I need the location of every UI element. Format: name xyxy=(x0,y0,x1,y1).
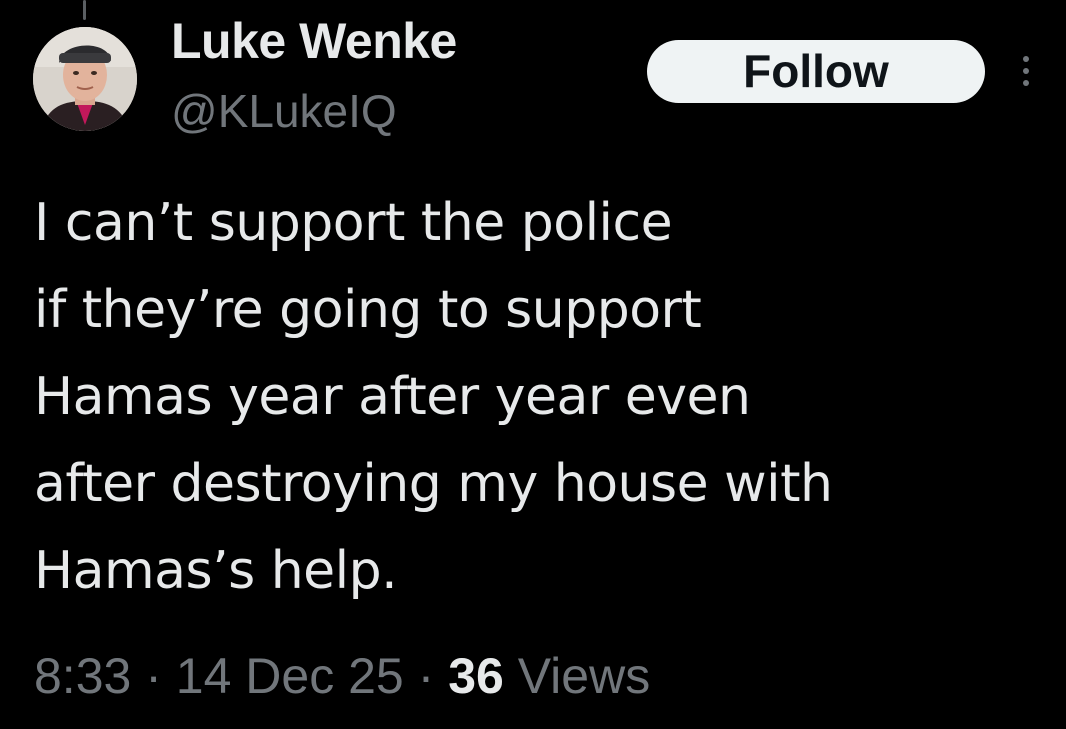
avatar[interactable] xyxy=(33,27,137,131)
tweet-text-line: Hamas year after year even xyxy=(34,367,751,427)
meta-separator: · xyxy=(417,648,435,704)
views-label[interactable]: Views xyxy=(518,648,650,704)
author-handle[interactable]: @KLukeIQ xyxy=(171,84,397,138)
more-vertical-icon xyxy=(1023,56,1029,86)
tweet-date[interactable]: 14 Dec 25 xyxy=(176,648,404,704)
more-options-button[interactable] xyxy=(1008,48,1044,94)
tweet-text-line: after destroying my house with xyxy=(34,454,833,514)
follow-button[interactable]: Follow xyxy=(647,40,985,103)
tweet-text-line: I can’t support the police xyxy=(34,193,673,253)
tweet-metadata: 8:33 · 14 Dec 25 · 36 Views xyxy=(34,645,650,707)
views-count[interactable]: 36 xyxy=(448,648,504,704)
tweet-text: I can’t support the police if they’re go… xyxy=(34,180,1034,615)
author-display-name[interactable]: Luke Wenke xyxy=(171,12,457,70)
meta-separator: · xyxy=(145,648,162,704)
avatar-photo xyxy=(33,27,137,131)
thread-connector-line xyxy=(83,0,86,20)
tweet-time[interactable]: 8:33 xyxy=(34,648,131,704)
tweet-text-line: if they’re going to support xyxy=(34,280,702,340)
tweet-text-line: Hamas’s help. xyxy=(34,541,398,601)
